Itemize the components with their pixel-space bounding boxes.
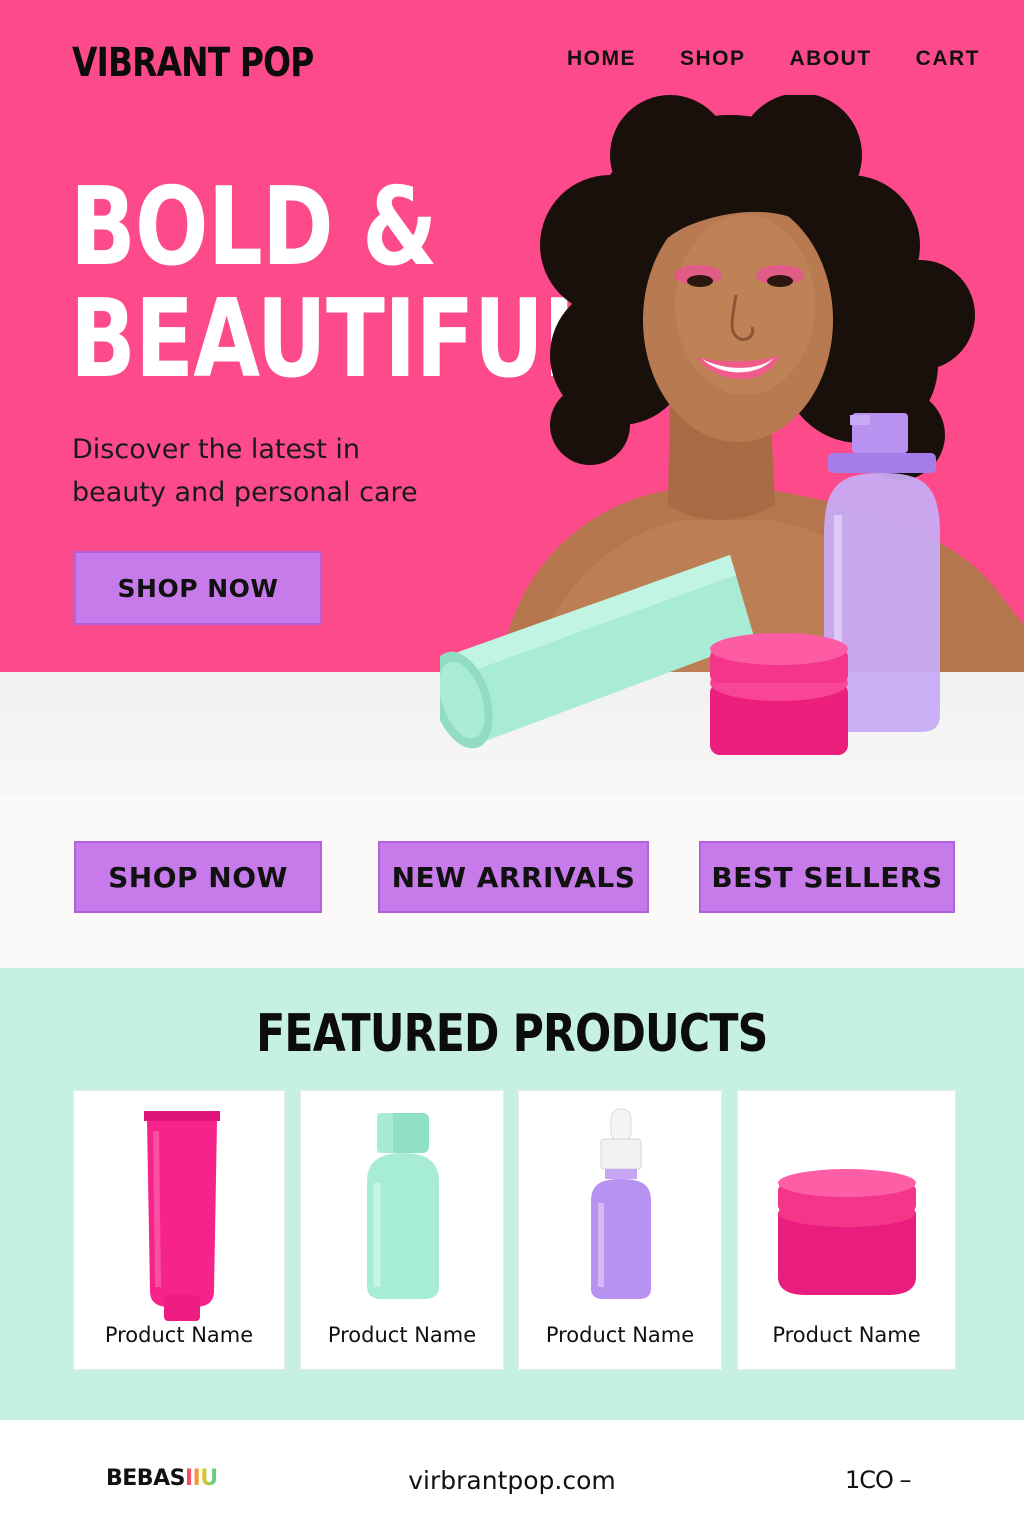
featured-products-title: FEATURED PRODUCTS [0,1004,1024,1064]
footer: BEBASIIU virbrantpop.com 1CO – [0,1420,1024,1536]
pink-jar-image [710,633,848,755]
hero-subtitle: Discover the latest in beauty and person… [72,428,492,514]
product-card[interactable]: Product Name [300,1090,504,1370]
product-name[interactable]: Product Name [738,1323,955,1347]
featured-products-section: FEATURED PRODUCTS Product Name Product N… [0,968,1024,1420]
main-nav: HOME SHOP ABOUT CART [567,47,980,71]
hero-subtitle-line2: beauty and personal care [72,477,418,508]
product-card[interactable]: Product Name [73,1090,285,1370]
product-name[interactable]: Product Name [519,1323,721,1347]
product-name[interactable]: Product Name [301,1323,503,1347]
cta-strip: SHOP NOW NEW ARRIVALS BEST SELLERS [0,795,1024,968]
brand-logo[interactable]: VIBRANT POP [72,40,314,86]
hero-shop-now-button[interactable]: SHOP NOW [74,551,322,625]
nav-shop[interactable]: SHOP [680,47,746,71]
hero-headline-line1: BOLD & [70,165,438,290]
featured-products-title-text: FEATURED PRODUCTS [256,1004,768,1064]
best-sellers-button[interactable]: BEST SELLERS [699,841,955,913]
product-name[interactable]: Product Name [74,1323,284,1347]
product-card[interactable]: Product Name [737,1090,956,1370]
nav-about[interactable]: ABOUT [790,47,872,71]
hero-section: VIBRANT POP HOME SHOP ABOUT CART BOLD & … [0,0,1024,795]
hero-model-image [440,95,1024,755]
shop-now-button[interactable]: SHOP NOW [74,841,322,913]
nav-home[interactable]: HOME [567,47,636,71]
footer-right-text: 1CO – [845,1466,912,1494]
product-card[interactable]: Product Name [518,1090,722,1370]
nav-cart[interactable]: CART [916,47,980,71]
hero-subtitle-line1: Discover the latest in [72,434,360,465]
new-arrivals-button[interactable]: NEW ARRIVALS [378,841,649,913]
